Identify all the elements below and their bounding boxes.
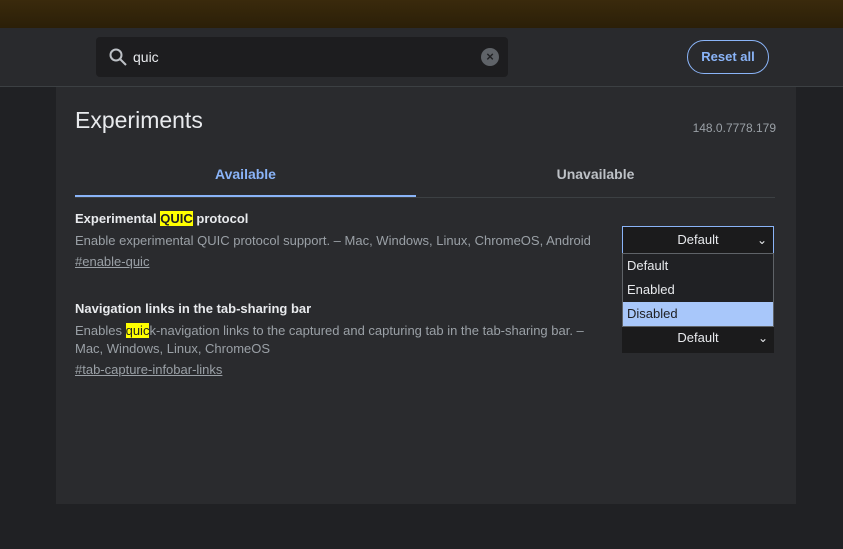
search-input[interactable]: quic bbox=[133, 49, 159, 65]
clear-search-icon[interactable]: × bbox=[481, 48, 499, 66]
experiment-item-tab-capture-infobar-links: Navigation links in the tab-sharing bar … bbox=[75, 301, 615, 379]
window-titlebar bbox=[0, 0, 843, 29]
experiments-panel: Experiments 148.0.7778.179 Available Una… bbox=[56, 87, 796, 504]
experiment-title: Navigation links in the tab-sharing bar bbox=[75, 301, 312, 316]
header-bar: quic × Reset all bbox=[0, 28, 843, 87]
experiment-select-tab-capture-infobar-links[interactable]: Default ⌄ bbox=[622, 325, 774, 353]
dropdown-option-disabled[interactable]: Disabled bbox=[623, 302, 773, 326]
search-icon bbox=[109, 48, 127, 66]
experiment-select-enable-quic[interactable]: Default ⌄ bbox=[622, 226, 774, 254]
search-highlight: quic bbox=[125, 323, 150, 338]
search-box[interactable]: quic × bbox=[96, 37, 508, 77]
search-highlight: QUIC bbox=[160, 211, 193, 226]
dropdown-option-enabled[interactable]: Enabled bbox=[623, 278, 773, 302]
tab-available[interactable]: Available bbox=[75, 155, 416, 197]
experiment-description: Enable experimental QUIC protocol suppor… bbox=[75, 233, 591, 248]
tab-unavailable[interactable]: Unavailable bbox=[425, 155, 766, 195]
experiment-link[interactable]: #tab-capture-infobar-links bbox=[75, 362, 222, 377]
version-label: 148.0.7778.179 bbox=[692, 121, 776, 135]
experiment-item-enable-quic: Experimental QUIC protocol Enable experi… bbox=[75, 211, 615, 271]
tab-bar: Available Unavailable bbox=[75, 155, 775, 198]
page-title: Experiments bbox=[75, 107, 203, 133]
experiment-link[interactable]: #enable-quic bbox=[75, 254, 149, 269]
page-margin bbox=[796, 87, 843, 504]
select-dropdown-list: Default Enabled Disabled bbox=[622, 253, 774, 327]
dropdown-option-default[interactable]: Default bbox=[623, 254, 773, 278]
chevron-down-icon: ⌄ bbox=[757, 331, 768, 345]
reset-all-button[interactable]: Reset all bbox=[687, 40, 769, 74]
chevron-down-icon: ⌄ bbox=[756, 233, 767, 247]
experiment-description: Enables quick-navigation links to the ca… bbox=[75, 323, 584, 356]
experiment-title: Experimental QUIC protocol bbox=[75, 211, 249, 226]
